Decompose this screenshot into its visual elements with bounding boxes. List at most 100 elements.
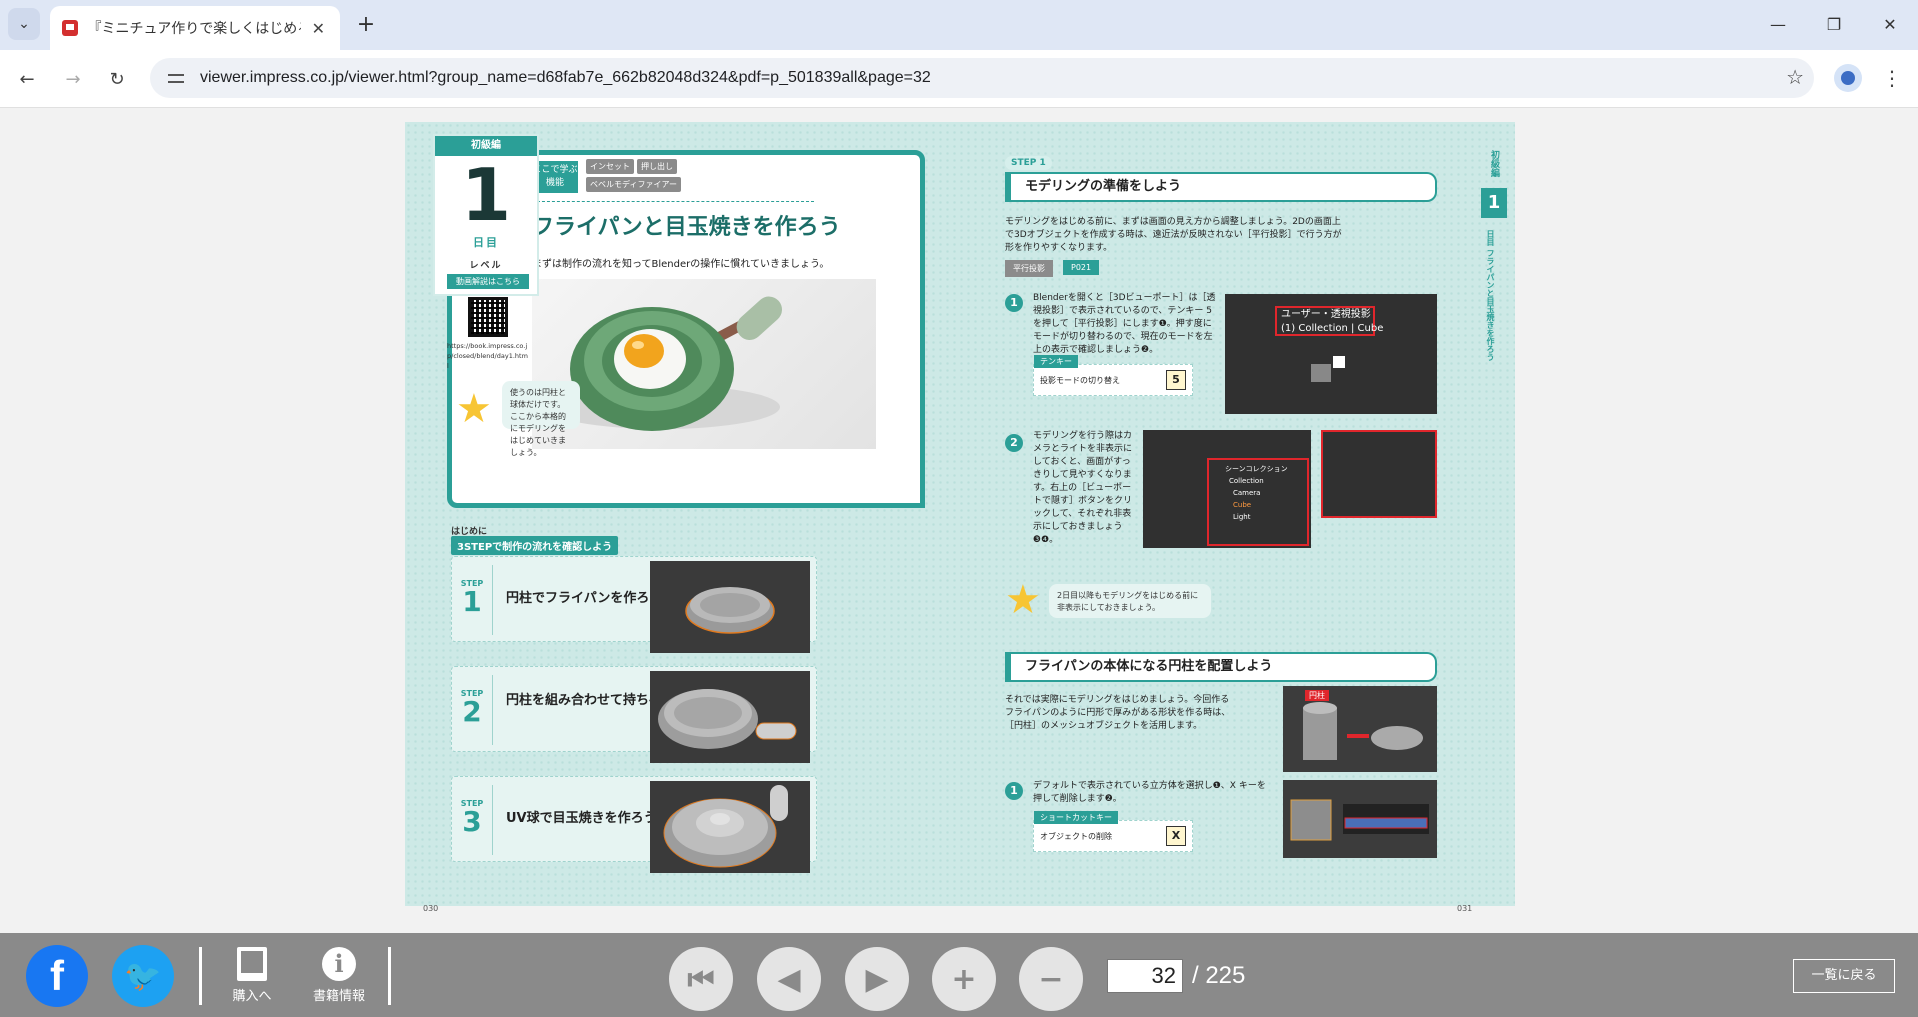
- browser-menu-icon[interactable]: ⋮: [1878, 64, 1906, 92]
- item-text: Blenderを開くと［3Dビューポート］は［透視投影］で表示されているので、テ…: [1033, 293, 1216, 355]
- item-number-3: 1: [1005, 782, 1023, 800]
- facebook-icon: f: [50, 952, 64, 999]
- feature-list: インセット 押し出し ベベルモディファイアー: [586, 159, 706, 192]
- section-heading: フライパンの本体になる円柱を配置しよう: [1005, 652, 1437, 682]
- page-number-input[interactable]: 32: [1107, 959, 1183, 993]
- day-card: 初級編 1 日目 レベル ★★★: [433, 134, 539, 296]
- highlight-box: [1321, 430, 1437, 518]
- facebook-share-button[interactable]: f: [26, 945, 88, 1007]
- page-spread: ここで学ぶ機能 インセット 押し出し ベベルモディファイアー フライパンと目玉焼…: [405, 122, 1515, 913]
- outliner-screenshot: シーンコレクション Collection Camera Cube Light: [1143, 430, 1311, 548]
- twitter-share-button[interactable]: 🐦: [112, 945, 174, 1007]
- tab-title: 『ミニチュア作りで楽しくはじめる 10日: [87, 21, 301, 37]
- zoom-in-button[interactable]: +: [932, 947, 996, 1011]
- step-number: 3: [462, 805, 482, 838]
- new-tab-button[interactable]: +: [352, 10, 380, 38]
- item-text: デフォルトで表示されている立方体を選択し❶、X キーを押して削除します❷。: [1033, 781, 1266, 804]
- twitter-bird-icon: 🐦: [124, 958, 162, 994]
- key-hint-box: ショートカットキー オブジェクトの削除 X: [1033, 811, 1193, 852]
- divider: [388, 947, 391, 1005]
- book-info-label: 書籍情報: [312, 989, 365, 1004]
- item-text: モデリングを行う際はカメラとライトを非表示にしておくと、画面がすっきりして見やす…: [1033, 431, 1133, 545]
- feature-chip: 押し出し: [637, 159, 677, 174]
- right-page: 初級編 1 日目 フライパンと目玉焼きを作ろう STEP 1 モデリングの準備を…: [1005, 134, 1507, 913]
- level-label: レベル: [469, 261, 503, 271]
- keycap: 5: [1166, 370, 1186, 390]
- total-pages: / 225: [1192, 962, 1246, 989]
- term-page-ref: P021: [1063, 260, 1100, 275]
- key-hint-desc: オブジェクトの削除: [1040, 832, 1112, 841]
- frying-pan-render-image: [532, 279, 876, 449]
- minimize-button[interactable]: —: [1758, 8, 1798, 40]
- tab-search-button[interactable]: ⌄: [8, 8, 40, 40]
- triangle-right-icon: ▶: [865, 961, 889, 997]
- zoom-out-button[interactable]: −: [1019, 947, 1083, 1011]
- step-number: 2: [462, 695, 482, 728]
- divider: [492, 675, 493, 745]
- pan-step1-image: [650, 561, 810, 653]
- key-hint-desc: 投影モードの切り替え: [1040, 376, 1120, 385]
- chapter-title: フライパンと目玉焼きを作ろう: [532, 215, 841, 240]
- reload-button[interactable]: ↻: [102, 64, 132, 94]
- arrow-right-icon: →: [65, 68, 81, 90]
- profile-avatar[interactable]: [1834, 64, 1862, 92]
- arrow-left-icon: ←: [19, 68, 35, 90]
- back-button[interactable]: ←: [12, 64, 42, 94]
- step-card: STEP 3 UV球で目玉焼きを作ろう: [451, 776, 817, 873]
- step-badge: STEP 3: [458, 799, 486, 836]
- favicon-icon: [62, 20, 78, 36]
- purchase-label: 購入へ: [232, 989, 272, 1004]
- side-tab-label: 初級編: [1489, 150, 1499, 177]
- feature-chip: インセット: [586, 159, 634, 174]
- qr-url: https://book.impress.co.jp/closed/blend/…: [447, 342, 528, 370]
- step-text: UV球で目玉焼きを作ろう: [506, 811, 657, 826]
- qr-label: 動画解説はこちら: [447, 274, 529, 289]
- site-settings-icon[interactable]: [166, 68, 186, 88]
- star-mascot-icon: ★: [456, 386, 492, 432]
- step-badge: STEP 1: [458, 579, 486, 616]
- book-info-button[interactable]: i 書籍情報: [294, 947, 384, 1009]
- close-tab-icon[interactable]: ✕: [309, 19, 328, 38]
- active-tab[interactable]: 『ミニチュア作りで楽しくはじめる 10日 ✕: [50, 6, 340, 50]
- key-hint-head: ショートカットキー: [1034, 811, 1118, 824]
- first-page-button[interactable]: ⏮: [669, 947, 733, 1011]
- page-number: 031: [1457, 904, 1473, 913]
- step-text: 円柱でフライパンを作ろう: [506, 591, 663, 606]
- book-viewer: ここで学ぶ機能 インセット 押し出し ベベルモディファイアー フライパンと目玉焼…: [0, 108, 1918, 933]
- delete-cube-screenshot: [1283, 780, 1437, 858]
- cylinder-screenshot: 円柱: [1283, 686, 1437, 772]
- steps-heading: 3STEPで制作の流れを確認しよう: [451, 536, 619, 555]
- navigation-bar: ← → ↻ viewer.impress.co.jp/viewer.html?g…: [0, 50, 1918, 108]
- key-hint-head: テンキー: [1034, 355, 1078, 368]
- book-icon: [237, 947, 267, 981]
- skip-first-icon: ⏮: [687, 961, 715, 997]
- minus-icon: −: [1038, 961, 1064, 997]
- divider: [199, 947, 202, 1005]
- item-number-2: 2: [1005, 434, 1023, 452]
- step-card: STEP 1 円柱でフライパンを作ろう: [451, 556, 817, 653]
- address-bar[interactable]: viewer.impress.co.jp/viewer.html?group_n…: [150, 58, 1814, 98]
- section-text: それでは実際にモデリングをはじめましょう。今回作るフライパンのように円形で厚みが…: [1005, 695, 1231, 731]
- left-page: ここで学ぶ機能 インセット 押し出し ベベルモディファイアー フライパンと目玉焼…: [419, 134, 949, 913]
- divider: [532, 201, 814, 202]
- plus-icon: +: [951, 961, 977, 997]
- key-hint-box: テンキー 投影モードの切り替え 5: [1033, 355, 1193, 396]
- bookmark-star-icon[interactable]: ☆: [1786, 65, 1804, 89]
- next-page-button[interactable]: ▶: [845, 947, 909, 1011]
- side-day-number: 1: [1481, 188, 1507, 218]
- qr-block: 動画解説はこちら https://book.impress.co.jp/clos…: [447, 274, 529, 371]
- day-unit: 日目: [473, 236, 499, 249]
- close-window-button[interactable]: ✕: [1870, 8, 1910, 40]
- purchase-button[interactable]: 購入へ: [207, 947, 297, 1009]
- url-text[interactable]: viewer.impress.co.jp/viewer.html?group_n…: [200, 69, 931, 87]
- item-number-1: 1: [1005, 294, 1023, 312]
- pan-step3-image: [650, 781, 810, 873]
- back-to-list-button[interactable]: 一覧に戻る: [1793, 959, 1895, 993]
- restore-button[interactable]: ❐: [1814, 8, 1854, 40]
- qr-code-icon: [468, 297, 508, 337]
- forward-button[interactable]: →: [58, 64, 88, 94]
- chapter-lead: まずは制作の流れを知ってBlenderの操作に慣れていきましょう。: [532, 259, 830, 270]
- day-number: 1: [460, 153, 512, 237]
- outliner-item: Light: [1233, 513, 1251, 521]
- previous-page-button[interactable]: ◀: [757, 947, 821, 1011]
